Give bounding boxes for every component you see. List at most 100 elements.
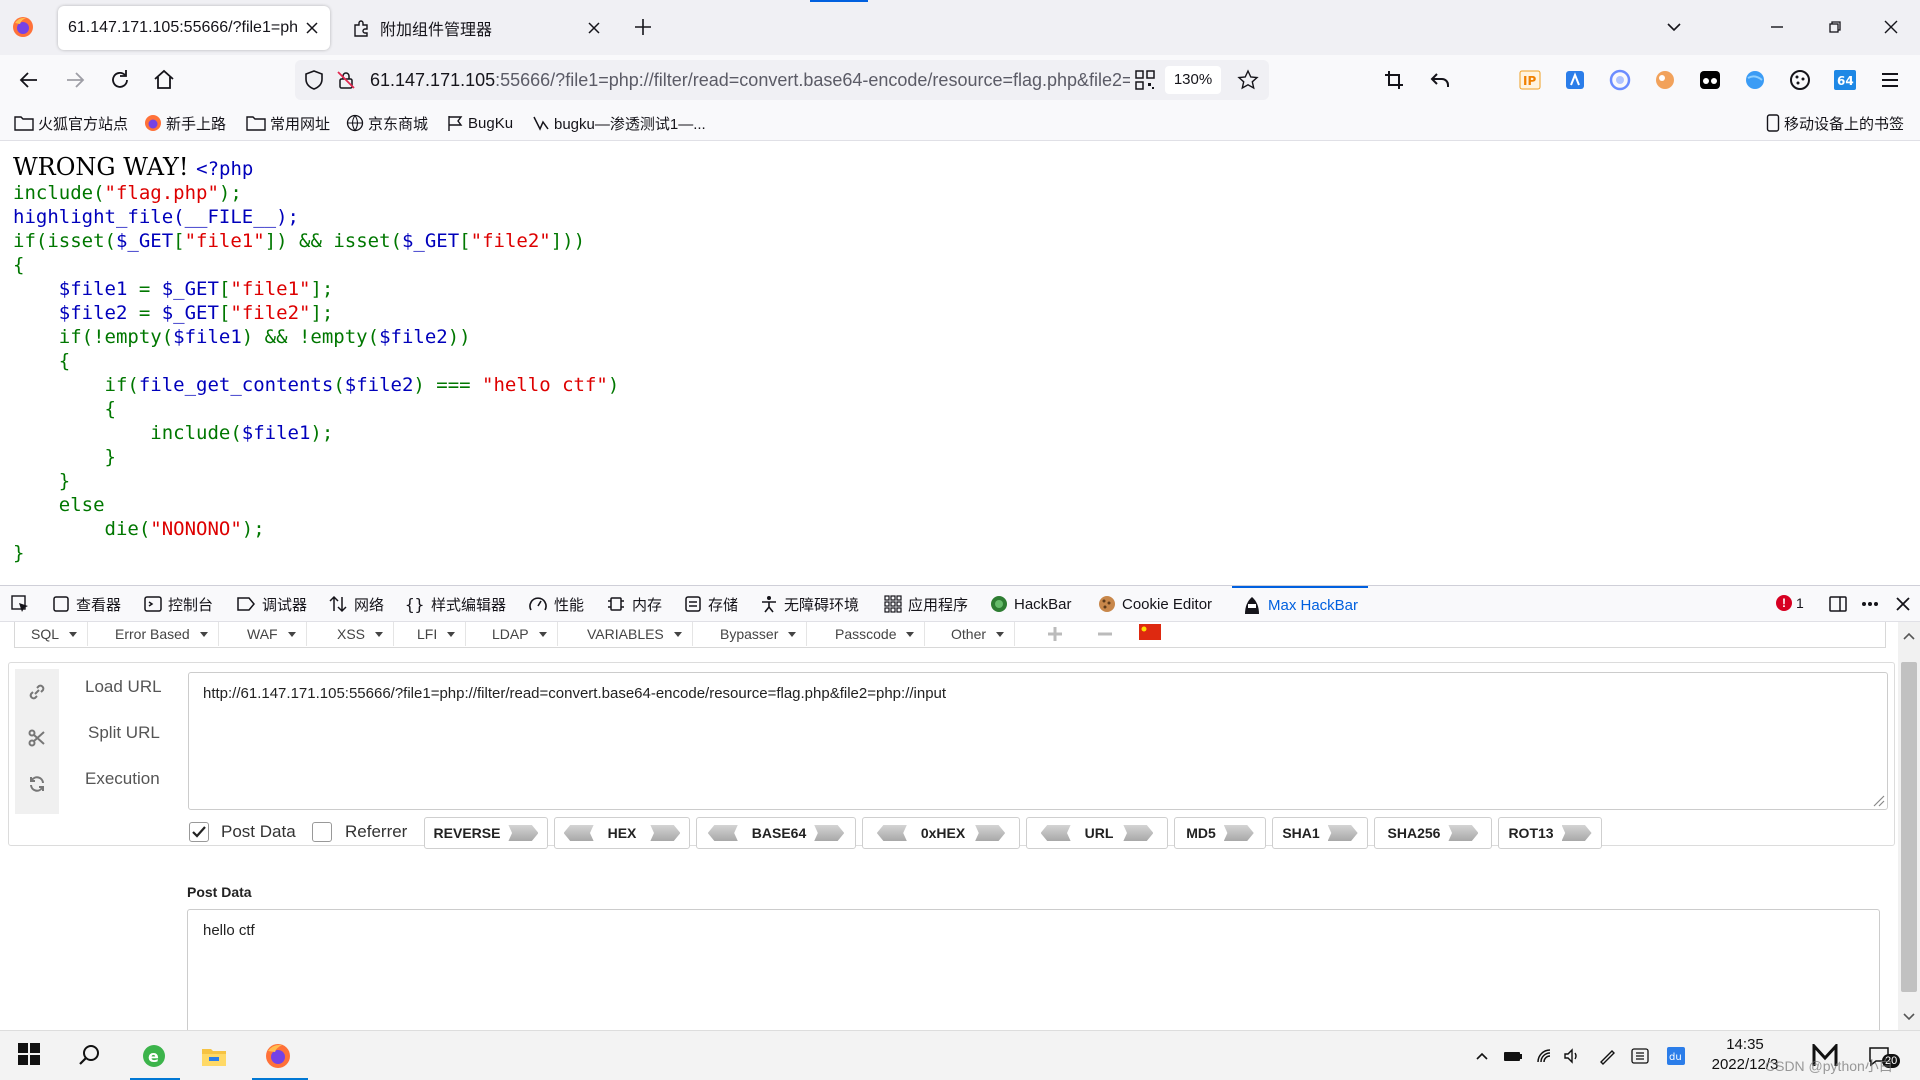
plus-icon[interactable] — [1045, 624, 1065, 644]
md5-button[interactable]: MD5 — [1174, 817, 1266, 849]
zoom-level-button[interactable]: 130% — [1165, 66, 1221, 94]
base64-extension-icon[interactable]: 64 — [1833, 68, 1857, 92]
element-picker-icon[interactable] — [10, 586, 36, 622]
sha1-button[interactable]: SHA1 — [1272, 817, 1368, 849]
url-text[interactable]: 61.147.171.105:55666/?file1=php://filter… — [370, 70, 1130, 91]
qr-code-icon[interactable] — [1134, 69, 1156, 91]
tab-list-chevron-icon[interactable] — [1662, 15, 1686, 39]
translate-extension-icon[interactable] — [1563, 68, 1587, 92]
url-textarea[interactable]: http://61.147.171.105:55666/?file1=php:/… — [188, 672, 1888, 810]
devtools-tab-cookie-editor[interactable]: Cookie Editor — [1098, 586, 1212, 622]
menu-xss[interactable]: XSS — [337, 622, 395, 646]
devtools-tab-max-hackbar[interactable]: Max HackBar — [1232, 586, 1369, 622]
devtools-tab-network[interactable]: 网络 — [328, 586, 384, 622]
dock-side-icon[interactable] — [1828, 594, 1848, 614]
tray-chevron-icon[interactable] — [1472, 1046, 1492, 1066]
menu-ldap[interactable]: LDAP — [492, 622, 558, 646]
refresh-icon[interactable] — [28, 775, 46, 793]
bookmark-item[interactable]: 新手上路 — [144, 112, 226, 134]
rot13-button[interactable]: ROT13 — [1498, 817, 1602, 849]
devtools-tab-application[interactable]: 应用程序 — [884, 586, 968, 622]
devtools-tab-style-editor[interactable]: {} 样式编辑器 — [405, 586, 506, 622]
scrollbar-thumb[interactable] — [1901, 662, 1917, 992]
bookmark-star-icon[interactable] — [1237, 69, 1259, 91]
globe-extension-icon[interactable] — [1743, 68, 1767, 92]
reverse-button[interactable]: REVERSE — [424, 817, 548, 849]
resize-grip-icon[interactable] — [1871, 793, 1885, 807]
bookmark-item[interactable]: 京东商城 — [346, 112, 428, 134]
volume-icon[interactable] — [1562, 1046, 1582, 1066]
scroll-up-icon[interactable] — [1898, 626, 1920, 646]
home-icon[interactable] — [151, 67, 177, 93]
bookmark-item[interactable]: 常用网址 — [246, 112, 330, 134]
wappalyzer-extension-icon[interactable] — [1653, 68, 1677, 92]
split-url-button[interactable]: Split URL — [88, 723, 160, 743]
0xhex-button[interactable]: 0xHEX — [862, 817, 1020, 849]
hex-button[interactable]: HEX — [554, 817, 690, 849]
post-data-checkbox[interactable] — [189, 822, 209, 842]
baidu-du-icon[interactable]: du — [1666, 1046, 1686, 1066]
ie-browser-icon[interactable]: e — [140, 1042, 168, 1070]
close-icon[interactable] — [302, 18, 322, 38]
tab-addons[interactable]: 附加组件管理器 — [340, 6, 612, 50]
menu-variables[interactable]: VARIABLES — [587, 622, 693, 646]
close-icon[interactable] — [584, 18, 604, 38]
windows-start-icon[interactable] — [17, 1042, 45, 1070]
devtools-tab-inspector[interactable]: 查看器 — [52, 586, 121, 622]
new-tab-button[interactable] — [631, 15, 655, 39]
more-options-icon[interactable] — [1860, 594, 1880, 614]
insecure-lock-icon[interactable] — [335, 69, 357, 91]
wifi-icon[interactable] — [1534, 1046, 1554, 1066]
bookmark-item[interactable]: 火狐官方站点 — [14, 112, 128, 134]
forward-arrow-icon[interactable] — [62, 67, 88, 93]
menu-lfi[interactable]: LFI — [417, 622, 467, 646]
close-window-icon[interactable] — [1879, 15, 1903, 39]
referrer-checkbox[interactable] — [312, 822, 332, 842]
url-bar[interactable]: 61.147.171.105:55666/?file1=php://filter… — [295, 60, 1269, 100]
devtools-scrollbar[interactable] — [1898, 622, 1920, 1031]
referrer-label[interactable]: Referrer — [345, 822, 407, 842]
cookie-extension-icon[interactable] — [1788, 68, 1812, 92]
tampermonkey-extension-icon[interactable] — [1698, 68, 1722, 92]
bookmark-item[interactable]: BugKu — [446, 112, 513, 134]
url-button[interactable]: URL — [1026, 817, 1168, 849]
close-devtools-icon[interactable] — [1893, 594, 1913, 614]
devtools-tab-hackbar[interactable]: HackBar — [990, 586, 1072, 622]
devtools-tab-accessibility[interactable]: 无障碍环境 — [760, 586, 859, 622]
firefox-taskbar-icon[interactable] — [264, 1042, 292, 1070]
hamburger-menu-icon[interactable] — [1878, 68, 1902, 92]
devtools-tab-console[interactable]: 控制台 — [144, 586, 213, 622]
proxy-extension-icon[interactable] — [1608, 68, 1632, 92]
firefox-logo-icon[interactable] — [11, 15, 35, 39]
menu-bypasser[interactable]: Bypasser — [720, 622, 808, 646]
base64-button[interactable]: BASE64 — [696, 817, 856, 849]
china-flag-icon[interactable] — [1139, 624, 1161, 640]
sha256-button[interactable]: SHA256 — [1374, 817, 1492, 849]
tab-active[interactable]: 61.147.171.105:55666/?file1=php://filter… — [58, 6, 330, 50]
menu-waf[interactable]: WAF — [247, 622, 307, 646]
ip-extension-icon[interactable]: IP — [1518, 68, 1542, 92]
restore-icon[interactable] — [1823, 15, 1847, 39]
search-icon[interactable] — [77, 1042, 105, 1070]
menu-sql[interactable]: SQL — [31, 622, 89, 646]
execution-button[interactable]: Execution — [85, 769, 160, 789]
reload-icon[interactable] — [107, 67, 133, 93]
devtools-tab-memory[interactable]: 内存 — [606, 586, 662, 622]
link-icon[interactable] — [28, 683, 46, 701]
undo-arrow-icon[interactable] — [1428, 68, 1452, 92]
menu-other[interactable]: Other — [951, 622, 1016, 646]
minimize-icon[interactable] — [1765, 15, 1789, 39]
post-data-textarea[interactable]: hello ctf — [187, 909, 1880, 1031]
mobile-bookmarks[interactable]: 移动设备上的书签 — [1766, 112, 1904, 134]
shield-icon[interactable] — [303, 69, 325, 91]
devtools-tab-storage[interactable]: 存储 — [684, 586, 738, 622]
battery-icon[interactable] — [1502, 1046, 1522, 1066]
menu-error-based[interactable]: Error Based — [115, 622, 219, 646]
devtools-tab-debugger[interactable]: 调试器 — [236, 586, 307, 622]
minus-icon[interactable] — [1095, 624, 1115, 644]
file-explorer-icon[interactable] — [200, 1042, 228, 1070]
post-data-label[interactable]: Post Data — [221, 822, 296, 842]
devtools-tab-performance[interactable]: 性能 — [528, 586, 584, 622]
scroll-down-icon[interactable] — [1898, 1007, 1920, 1027]
load-url-button[interactable]: Load URL — [85, 677, 162, 697]
